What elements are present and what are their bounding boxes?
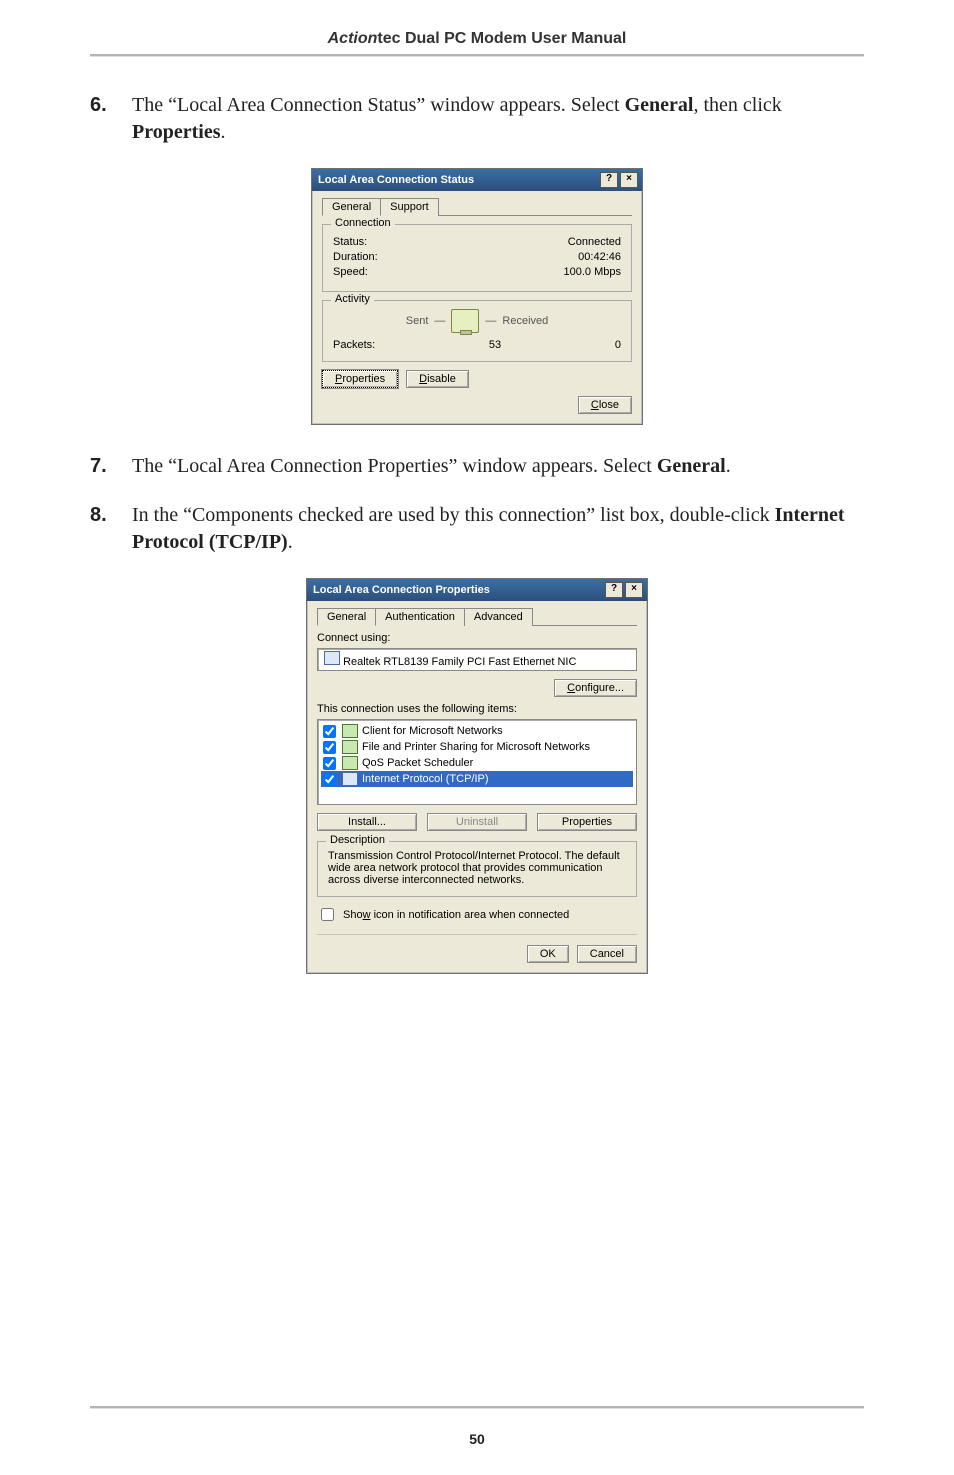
dash-left: —	[434, 315, 445, 327]
list-item[interactable]: Internet Protocol (TCP/IP)	[321, 771, 633, 787]
list-item[interactable]: File and Printer Sharing for Microsoft N…	[321, 739, 633, 755]
packets-key: Packets:	[333, 339, 375, 351]
install-button[interactable]: Install...	[317, 813, 417, 831]
status-titlebar[interactable]: Local Area Connection Status ? ×	[312, 169, 642, 191]
activity-group: Activity Sent — — Received Packe	[322, 300, 632, 362]
cancel-button[interactable]: Cancel	[577, 945, 637, 963]
connect-using-label: Connect using:	[317, 632, 637, 644]
item-checkbox[interactable]	[323, 741, 336, 754]
footer-rule	[90, 1406, 864, 1409]
manual-title: Dual PC Modem User Manual	[401, 30, 627, 47]
nic-icon	[324, 651, 340, 665]
show-icon-label: Show icon in notification area when conn…	[343, 909, 569, 921]
received-label: Received	[502, 315, 548, 327]
tab-advanced[interactable]: Advanced	[464, 608, 533, 626]
step-8-number: 8.	[90, 502, 132, 556]
ok-button[interactable]: OK	[527, 945, 569, 963]
nic-field: Realtek RTL8139 Family PCI Fast Ethernet…	[317, 648, 637, 671]
disable-button[interactable]: Disable	[406, 370, 469, 388]
status-dialog: Local Area Connection Status ? × General…	[311, 168, 643, 425]
activity-icon	[451, 309, 479, 333]
packets-received: 0	[615, 339, 621, 351]
show-icon-checkbox[interactable]	[321, 908, 334, 921]
status-key: Status:	[333, 236, 367, 248]
step-6-number: 6.	[90, 92, 132, 146]
item-checkbox[interactable]	[323, 773, 336, 786]
client-icon	[342, 724, 358, 738]
brand-rest: tec	[377, 30, 400, 47]
properties-button[interactable]: Properties	[322, 370, 398, 388]
duration-value: 00:42:46	[578, 251, 621, 263]
connection-group: Connection Status:Connected Duration:00:…	[322, 224, 632, 292]
items-label: This connection uses the following items…	[317, 703, 637, 715]
sent-label: Sent	[406, 315, 429, 327]
uninstall-button: Uninstall	[427, 813, 527, 831]
status-title: Local Area Connection Status	[318, 174, 474, 186]
brand-italic: Action	[328, 30, 378, 47]
items-listbox[interactable]: Client for Microsoft Networks File and P…	[317, 719, 637, 805]
tab-general[interactable]: General	[322, 198, 381, 216]
list-item[interactable]: QoS Packet Scheduler	[321, 755, 633, 771]
header-rule	[90, 54, 864, 57]
duration-key: Duration:	[333, 251, 378, 263]
item-properties-button[interactable]: Properties	[537, 813, 637, 831]
tcpip-icon	[342, 772, 358, 786]
close-button[interactable]: Close	[578, 396, 632, 414]
description-legend: Description	[326, 834, 389, 846]
configure-button[interactable]: Configure...	[554, 679, 637, 697]
tab-authentication[interactable]: Authentication	[375, 608, 465, 626]
list-item[interactable]: Client for Microsoft Networks	[321, 723, 633, 739]
item-checkbox[interactable]	[323, 725, 336, 738]
activity-legend: Activity	[331, 293, 374, 305]
close-icon[interactable]: ×	[620, 172, 638, 188]
description-text: Transmission Control Protocol/Internet P…	[328, 850, 626, 886]
properties-title: Local Area Connection Properties	[313, 584, 490, 596]
page-header: Actiontec Dual PC Modem User Manual	[90, 30, 864, 48]
description-group: Description Transmission Control Protoco…	[317, 841, 637, 897]
properties-titlebar[interactable]: Local Area Connection Properties ? ×	[307, 579, 647, 601]
tab-general[interactable]: General	[317, 608, 376, 626]
fileshare-icon	[342, 740, 358, 754]
qos-icon	[342, 756, 358, 770]
page-number: 50	[0, 1431, 954, 1447]
step-7-number: 7.	[90, 453, 132, 480]
step-7-text: The “Local Area Connection Properties” w…	[132, 453, 864, 480]
properties-dialog: Local Area Connection Properties ? × Gen…	[306, 578, 648, 974]
tab-support[interactable]: Support	[380, 198, 439, 216]
connection-legend: Connection	[331, 217, 395, 229]
item-checkbox[interactable]	[323, 757, 336, 770]
speed-value: 100.0 Mbps	[564, 266, 621, 278]
step-8-text: In the “Components checked are used by t…	[132, 502, 864, 556]
help-icon[interactable]: ?	[600, 172, 618, 188]
speed-key: Speed:	[333, 266, 368, 278]
help-icon[interactable]: ?	[605, 582, 623, 598]
step-6-text: The “Local Area Connection Status” windo…	[132, 92, 864, 146]
close-icon[interactable]: ×	[625, 582, 643, 598]
status-value: Connected	[568, 236, 621, 248]
nic-text: Realtek RTL8139 Family PCI Fast Ethernet…	[343, 656, 576, 668]
packets-sent: 53	[489, 339, 501, 351]
dash-right: —	[485, 315, 496, 327]
